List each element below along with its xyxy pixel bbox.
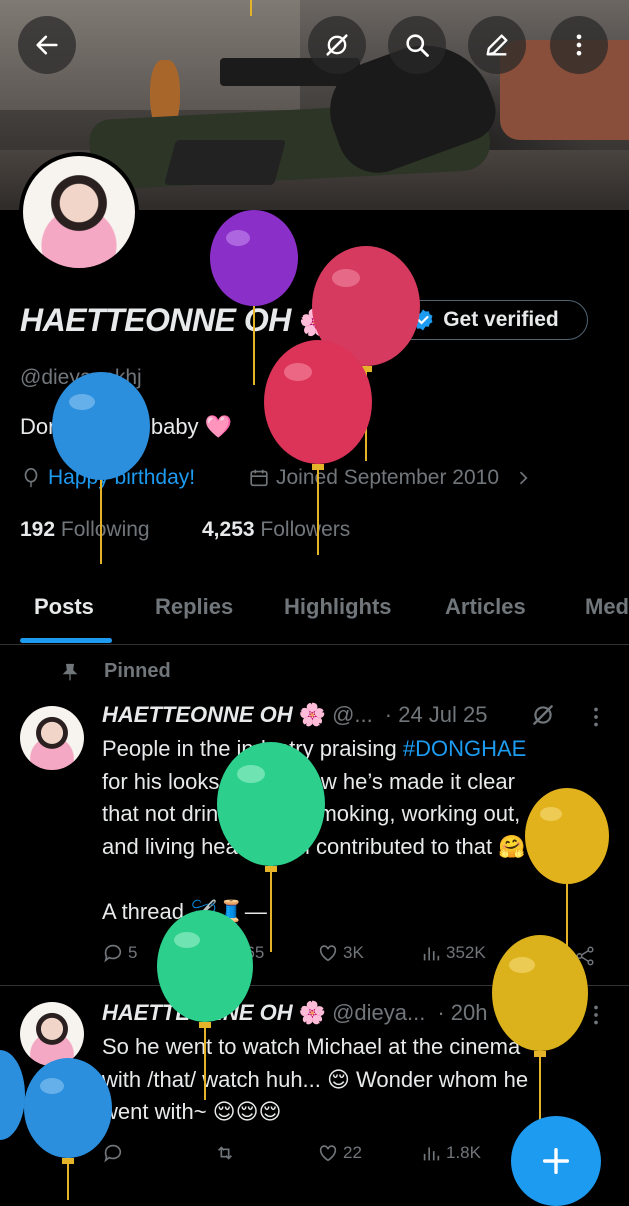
edit-button[interactable] [468,16,526,74]
plus-icon [542,1147,570,1175]
view-count: 352K [446,943,486,962]
retweet-icon [217,1146,233,1160]
views-button[interactable]: 1.8K [420,1142,481,1164]
more-button[interactable] [550,16,608,74]
balloon [0,1050,26,1140]
tweet-date: · 20h [437,1000,488,1025]
tweet-more-icon[interactable] [586,704,606,730]
hashtag-link[interactable]: #DONGHAE [403,736,526,761]
tab-articles[interactable]: Articles [445,594,526,620]
tweet-avatar[interactable] [20,706,84,770]
pinned-indicator: Pinned [60,660,171,683]
balloon-icon [24,468,38,488]
views-icon [423,947,440,961]
like-count: 3K [343,943,364,962]
like-button[interactable]: 22 [317,1142,362,1164]
views-button[interactable]: 352K [420,942,486,964]
active-tab-indicator [20,638,112,643]
balloon [155,910,255,1100]
balloon [50,372,152,564]
tweet-avatar[interactable] [20,1002,84,1066]
pin-icon [62,663,78,680]
reply-button[interactable]: 5 [102,942,137,964]
reply-icon [104,944,122,963]
tweet-author-emoji: 🌸 [298,1000,327,1025]
search-icon [406,34,429,57]
tab-posts[interactable]: Posts [34,594,94,620]
balloon-string [246,0,256,16]
balloon [262,340,374,555]
bio-emoji: 🩷 [204,414,233,439]
search-button[interactable] [388,16,446,74]
tweet-author-handle: @... [332,702,373,727]
compose-button[interactable] [511,1116,601,1206]
edit-icon [486,34,508,56]
more-vertical-icon [576,34,582,56]
view-count: 1.8K [446,1143,481,1162]
reply-count: 5 [128,943,138,962]
grok-button[interactable] [308,16,366,74]
grok-icon [326,34,348,56]
tab-highlights[interactable]: Highlights [284,594,392,620]
profile-avatar[interactable] [19,152,139,272]
balloon [22,1058,114,1200]
tweet-author-handle: @dieya... [332,1000,426,1025]
followers-count: 4,253 [202,518,255,541]
arrow-left-icon [36,35,58,55]
retweet-button[interactable] [214,1142,236,1164]
heart-icon [319,1145,337,1162]
chevron-right-icon[interactable] [513,468,533,488]
back-button[interactable] [18,16,76,74]
tweet-author-emoji: 🌸 [298,702,327,727]
like-count: 22 [343,1143,362,1162]
balloon [490,935,590,1130]
pinned-label: Pinned [104,660,171,682]
balloon [523,788,611,953]
get-verified-label: Get verified [443,308,559,331]
tab-media[interactable]: Media [585,594,629,620]
views-icon [423,1147,440,1161]
tweet-header: HAETTEONNE OH 🌸 @... · 24 Jul 25 [102,702,488,728]
tweet-author-name[interactable]: HAETTEONNE OH [102,702,293,728]
profile-tabs: Posts Replies Highlights Articles Media [0,586,629,645]
grok-icon[interactable] [530,702,556,728]
tab-replies[interactable]: Replies [155,594,233,620]
tweet-date: · 24 Jul 25 [384,702,488,727]
